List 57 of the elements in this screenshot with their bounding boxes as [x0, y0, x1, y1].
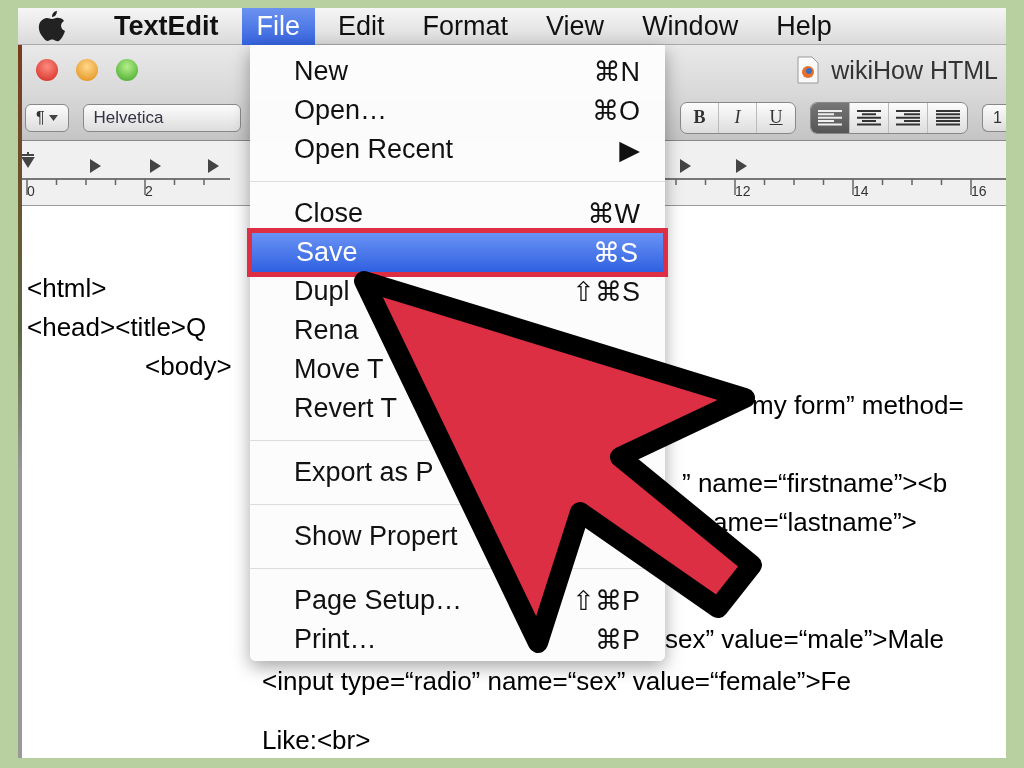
shortcut-label: ⌘W: [587, 197, 640, 230]
code-line: my form” method=: [752, 390, 964, 420]
align-left-icon: [817, 108, 844, 127]
shortcut-label: ▶: [619, 133, 640, 166]
code-line: <body>: [144, 351, 232, 381]
text-style-button[interactable]: U: [757, 102, 796, 133]
apple-logo-icon[interactable]: [37, 9, 67, 43]
paragraph-style-button[interactable]: ¶: [25, 103, 69, 132]
menu-bar-item[interactable]: Window: [627, 8, 754, 45]
menu-item[interactable]: Export as P: [294, 457, 434, 488]
window-title: wikiHow HTML: [831, 55, 998, 85]
shortcut-label: ⇧⌘P: [572, 584, 640, 617]
menu-item[interactable]: New: [294, 56, 348, 87]
shortcut-label: ⌘O: [592, 94, 640, 127]
menu-item[interactable]: Page Setup…: [294, 585, 463, 616]
menu-item[interactable]: Print…: [294, 624, 377, 655]
code-line: <input type=“radio” name=“sex” value=“female”>Fe: [262, 665, 851, 696]
close-button[interactable]: [36, 59, 58, 81]
code-line: ” name=“firstname”><b: [682, 468, 948, 498]
menu-bar-item[interactable]: TextEdit: [99, 8, 234, 45]
menu-item[interactable]: Move T: [294, 354, 384, 385]
ruler-number: 2: [145, 183, 153, 199]
text-style-button[interactable]: B: [681, 102, 720, 133]
ruler-number: 12: [735, 183, 751, 199]
code-line: ame=“lastname”>: [713, 507, 917, 537]
align-center-icon: [856, 108, 883, 127]
shortcut-label: ⌘N: [593, 55, 640, 88]
alignment-button[interactable]: [811, 102, 851, 133]
menu-bar-item[interactable]: Edit: [323, 8, 400, 45]
menu-item[interactable]: Save ⌘S: [247, 228, 668, 277]
spacing-button[interactable]: 1: [982, 103, 1006, 132]
menu-item[interactable]: Revert T: [294, 393, 398, 424]
text-style-button[interactable]: I: [719, 102, 758, 133]
menu-bar-item[interactable]: View: [531, 8, 620, 45]
document-icon: [797, 56, 820, 84]
menu-item[interactable]: Rena: [294, 315, 359, 346]
shortcut-label: ⌘P: [595, 623, 640, 656]
align-justify-icon: [934, 108, 961, 127]
ruler-number: 0: [27, 183, 35, 199]
menu-bar-item[interactable]: Format: [407, 8, 524, 45]
menu-item[interactable]: Dupl: [294, 276, 350, 307]
ruler-number: 16: [971, 183, 987, 199]
code-line: <head><title>Q: [27, 312, 207, 342]
code-line: sex” value=“male”>Male: [665, 624, 944, 654]
menu-bar-item[interactable]: File: [241, 8, 316, 45]
code-line: Like:<br>: [262, 724, 371, 755]
menu-item[interactable]: Show Propert: [294, 521, 458, 552]
code-line: <html>: [27, 273, 107, 303]
menu-item[interactable]: Open…: [294, 95, 388, 126]
font-popup[interactable]: Helvetica: [82, 103, 241, 132]
menu-bar-item[interactable]: Help: [761, 8, 847, 45]
ruler-number: 14: [853, 183, 869, 199]
menu-item[interactable]: Open Recent: [294, 134, 454, 165]
menu-item[interactable]: Close: [294, 198, 364, 229]
shortcut-label: ⇧⌘S: [572, 275, 640, 308]
caret-icon: [48, 114, 58, 121]
align-right-icon: [895, 108, 922, 127]
